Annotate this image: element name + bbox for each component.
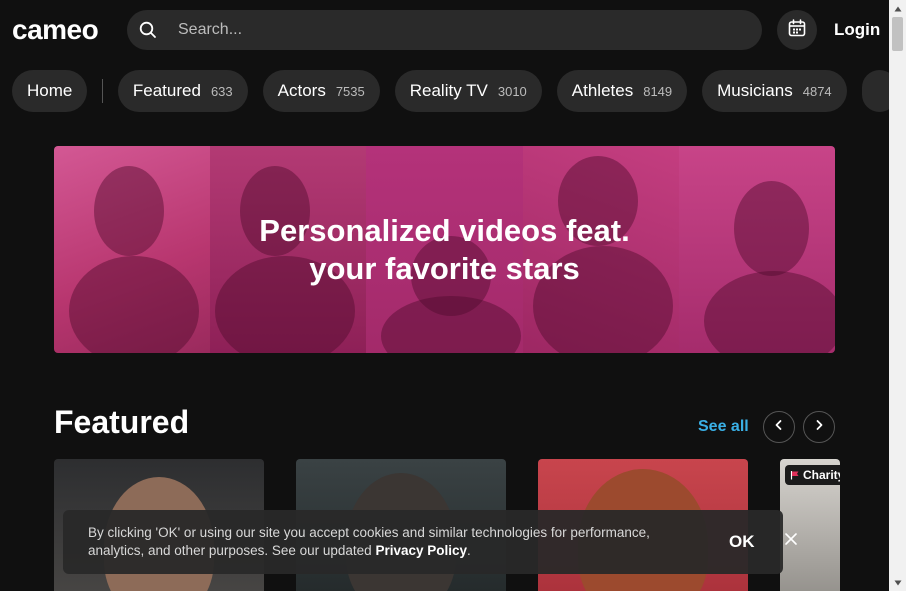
chevron-right-icon [813,418,825,436]
category-label: Featured [132,81,201,100]
charity-badge: Charity [785,465,840,485]
cameo-logo[interactable]: cameo [12,14,99,46]
category-count: 8149 [643,83,673,99]
scrollbar-thumb[interactable] [892,17,903,51]
category-count: 7535 [335,83,365,99]
talent-card[interactable]: Charity [780,459,840,591]
close-icon [784,532,798,551]
login-link[interactable]: Login [834,20,880,40]
category-nav: Home Featured 633 Actors 7535 Reality TV… [12,70,889,112]
search-icon [138,20,158,40]
divider [102,79,103,103]
privacy-policy-link[interactable]: Privacy Policy [375,543,467,558]
vertical-scrollbar[interactable] [889,0,906,591]
chevron-left-icon [773,418,785,436]
category-athletes[interactable]: Athletes 8149 [556,70,688,112]
banner-line: your favorite stars [309,250,580,286]
banner-line: Personalized videos feat. [259,212,630,248]
page: cameo Login Home Featured 633 Actors 753… [0,0,889,591]
cookie-banner: By clicking 'OK' or using our site you a… [63,510,797,574]
search-bar[interactable] [127,10,762,50]
cookie-suffix: . [467,543,471,558]
category-reality-tv[interactable]: Reality TV 3010 [394,70,542,112]
see-all-link[interactable]: See all [698,417,749,437]
flag-icon [790,470,800,480]
category-more[interactable] [861,70,889,112]
category-label: Home [27,81,73,100]
scroll-down-arrow[interactable] [889,574,906,591]
banner-headline: Personalized videos feat. your favorite … [54,146,835,353]
cookie-ok-button[interactable]: OK [729,532,755,552]
category-count: 4874 [802,83,832,99]
calendar-button[interactable] [777,10,817,50]
cookie-close-button[interactable] [781,531,801,551]
category-home[interactable]: Home [12,70,88,112]
category-label: Musicians [717,81,793,100]
category-featured[interactable]: Featured 633 [117,70,248,112]
charity-label: Charity [803,468,840,482]
category-count: 3010 [497,83,527,99]
category-count: 633 [210,83,233,99]
hero-banner[interactable]: Personalized videos feat. your favorite … [54,146,835,353]
cookie-text: By clicking 'OK' or using our site you a… [88,525,650,558]
category-actors[interactable]: Actors 7535 [262,70,380,112]
category-label: Reality TV [409,81,488,100]
calendar-icon [787,18,807,43]
cookie-message: By clicking 'OK' or using our site you a… [88,524,708,560]
carousel-next-button[interactable] [803,411,835,443]
category-musicians[interactable]: Musicians 4874 [702,70,847,112]
carousel-prev-button[interactable] [763,411,795,443]
scroll-up-arrow[interactable] [889,0,906,17]
search-input[interactable] [176,20,740,40]
category-label: Actors [277,81,326,100]
section-title: Featured [54,404,190,440]
category-label: Athletes [571,81,634,100]
